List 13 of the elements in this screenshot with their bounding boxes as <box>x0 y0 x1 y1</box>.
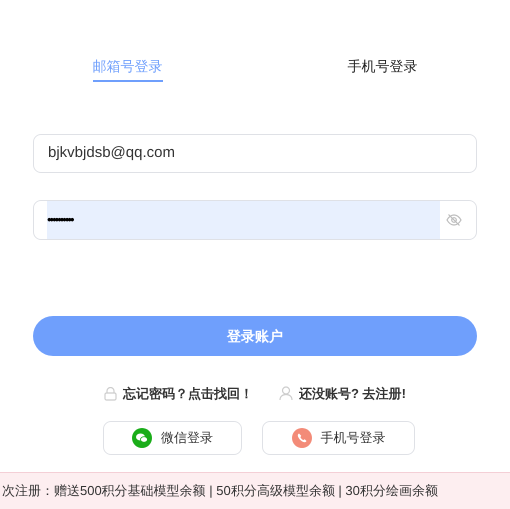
lock-icon <box>104 386 118 401</box>
user-icon <box>279 386 294 402</box>
email-field[interactable]: bjkvbjdsb@qq.com <box>33 134 477 173</box>
password-field[interactable]: •••••••••• <box>33 200 477 240</box>
forgot-password-link[interactable]: 忘记密码？点击找回！ <box>123 384 254 404</box>
phone-login-button[interactable]: 手机号登录 <box>262 420 415 454</box>
wechat-icon <box>132 428 152 448</box>
phone-icon <box>292 428 312 448</box>
promo-text: 次注册：赠送500积分基础模型余额 | 50积分高级模型余额 | 30积分绘画余额 <box>2 482 438 500</box>
eye-off-icon[interactable] <box>446 212 462 228</box>
login-tab[interactable]: 手机号登录 <box>348 55 418 82</box>
wechat-login-button[interactable]: 微信登录 <box>103 420 242 454</box>
register-link[interactable]: 还没账号? 去注册! <box>299 384 406 404</box>
